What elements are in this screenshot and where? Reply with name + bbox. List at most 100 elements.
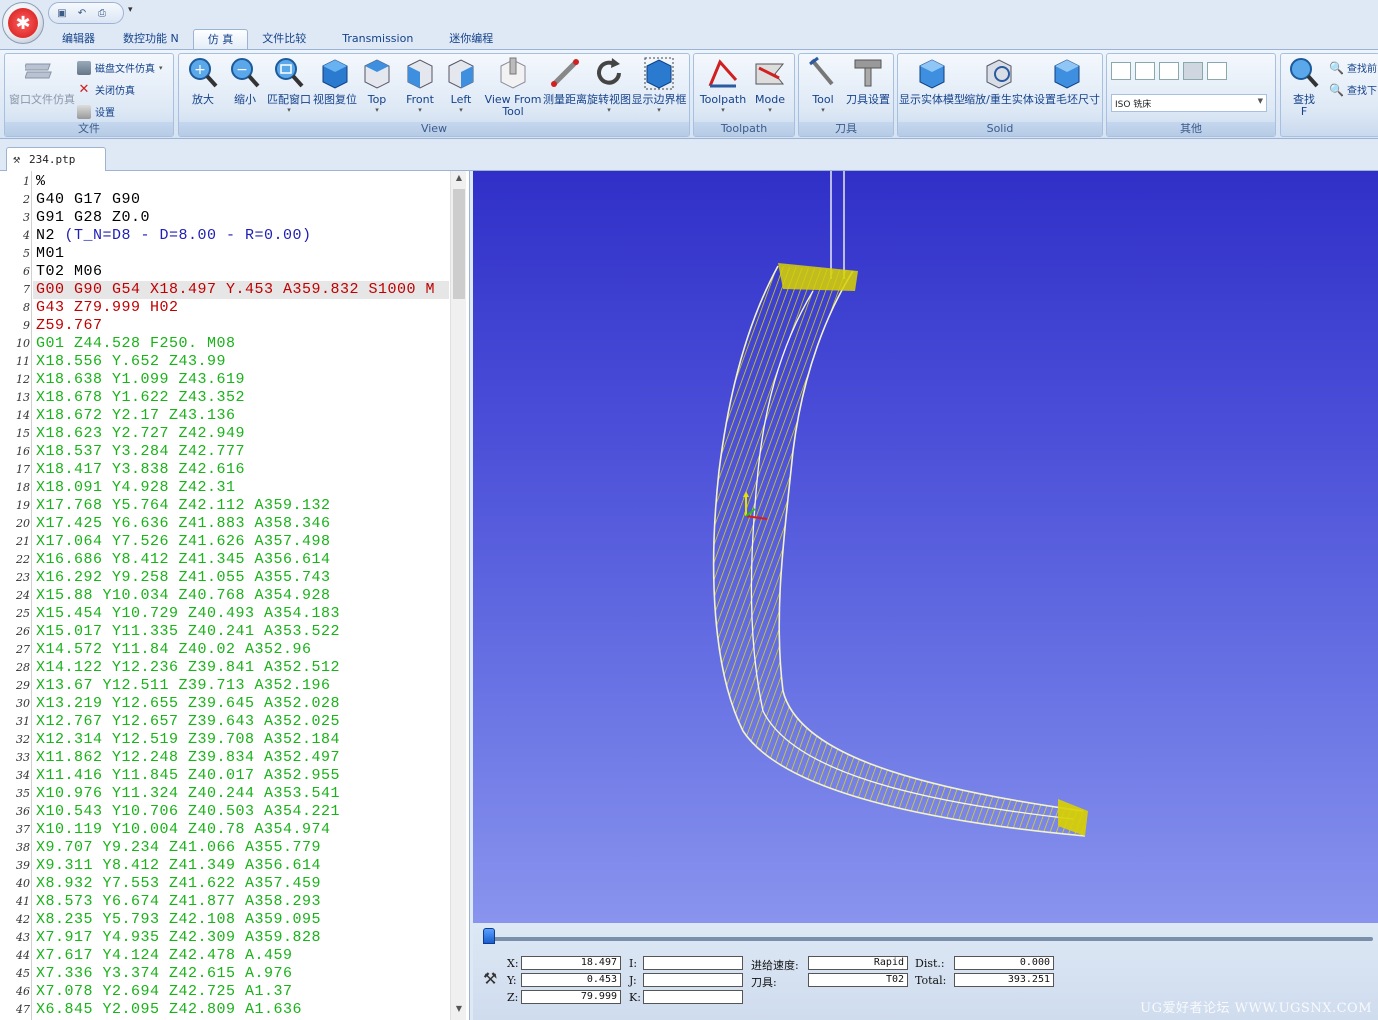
view-reset-button[interactable]: 视图复位 [313, 56, 357, 106]
code-line[interactable]: X9.707 Y9.234 Z41.066 A355.779 [36, 839, 321, 856]
simulation-progress-slider[interactable] [483, 928, 1373, 944]
code-line[interactable]: X16.292 Y9.258 Z41.055 A355.743 [36, 569, 331, 586]
zoom-in-button[interactable]: + 放大 [185, 56, 221, 106]
tab-file-compare[interactable]: 文件比较 [248, 29, 320, 49]
code-line[interactable]: X14.122 Y12.236 Z39.841 A352.512 [36, 659, 340, 676]
simulation-viewport[interactable] [473, 171, 1378, 923]
tab-simulation[interactable]: 仿 真 [192, 29, 249, 49]
dxf-icon[interactable] [1207, 62, 1227, 80]
code-line[interactable]: G91 G28 Z0.0 [36, 209, 150, 226]
window-file-sim-button[interactable]: 窗口文件仿真 [9, 56, 75, 106]
show-solid-model-button[interactable]: 显示实体模型 [899, 56, 965, 106]
scroll-up-icon[interactable]: ▲ [451, 173, 467, 187]
code-line[interactable]: X12.767 Y12.657 Z39.643 A352.025 [36, 713, 340, 730]
code-line[interactable]: X11.416 Y11.845 Z40.017 A352.955 [36, 767, 340, 784]
code-line[interactable]: T02 M06 [36, 263, 103, 280]
view-from-tool-button[interactable]: View From Tool [483, 56, 543, 118]
code-line[interactable]: X7.617 Y4.124 Z42.478 A.459 [36, 947, 293, 964]
settings-button[interactable]: 设置 [77, 104, 115, 119]
find-button[interactable]: 查找 F [1283, 56, 1325, 118]
undo-icon[interactable]: ↶ [75, 6, 89, 20]
editor-vertical-scrollbar[interactable]: ▲ ▼ [450, 171, 466, 1020]
front-view-button[interactable]: Front ▾ [401, 56, 439, 114]
slider-knob[interactable] [483, 928, 495, 944]
tab-editor[interactable]: 编辑器 [48, 29, 109, 49]
code-line[interactable]: X14.572 Y11.84 Z40.02 A352.96 [36, 641, 312, 658]
code-line[interactable]: X16.686 Y8.412 Z41.345 A356.614 [36, 551, 331, 568]
tab-transmission[interactable]: Transmission [320, 29, 435, 49]
code-line[interactable]: X12.314 Y12.519 Z39.708 A352.184 [36, 731, 340, 748]
code-line[interactable]: Z59.767 [36, 317, 103, 334]
find-next-button[interactable]: 🔍 查找下 [1329, 82, 1377, 98]
show-bounding-box-button[interactable]: 显示边界框 ▾ [632, 56, 687, 114]
quick-access-dropdown-icon[interactable]: ▾ [128, 5, 133, 15]
tool-button[interactable]: Tool ▾ [803, 56, 843, 114]
zoom-out-button[interactable]: − 缩小 [227, 56, 263, 106]
code-line[interactable]: G40 G17 G90 [36, 191, 141, 208]
code-line[interactable]: X18.417 Y3.838 Z42.616 [36, 461, 245, 478]
code-line[interactable]: X15.017 Y11.335 Z40.241 A353.522 [36, 623, 340, 640]
code-line[interactable]: % [36, 173, 46, 190]
code-line[interactable]: X17.064 Y7.526 Z41.626 A357.498 [36, 533, 331, 550]
rotate-view-button[interactable]: 旋转视图 ▾ [587, 56, 631, 114]
close-sim-button[interactable]: ✕ 关闭仿真 [77, 82, 135, 97]
doc-tab-234[interactable]: ⚒ 234.ptp [6, 147, 106, 171]
code-line[interactable]: M01 [36, 245, 65, 262]
line-number: 8 [23, 301, 30, 314]
stl-icon[interactable] [1135, 62, 1155, 80]
zoom-regen-solid-button[interactable]: 缩放/重生实体 [964, 56, 1034, 106]
top-view-button[interactable]: Top ▾ [359, 56, 395, 114]
set-stock-size-button[interactable]: 设置毛坯尺寸 [1034, 56, 1100, 106]
code-editor[interactable]: 1% 2 G40 G17 G90 3 G91 G28 Z0.0 4 N2 (T_N=D8 -… [0, 171, 470, 1020]
print-icon[interactable]: ⎙ [95, 6, 109, 20]
tab-mini-programming[interactable]: 迷你编程 [435, 29, 507, 49]
code-line[interactable]: X18.678 Y1.622 Z43.352 [36, 389, 245, 406]
code-line[interactable]: X13.219 Y12.655 Z39.645 A352.028 [36, 695, 340, 712]
mode-button[interactable]: Mode ▾ [750, 56, 790, 114]
code-line[interactable]: X8.932 Y7.553 Z41.622 A357.459 [36, 875, 321, 892]
code-line[interactable]: X15.454 Y10.729 Z40.493 A354.183 [36, 605, 340, 622]
disk-file-sim-button[interactable]: 磁盘文件仿真 ▾ [77, 60, 163, 75]
scrollbar-thumb[interactable] [453, 189, 465, 299]
code-line[interactable]: X17.425 Y6.636 Z41.883 A358.346 [36, 515, 331, 532]
grid-icon[interactable] [1183, 62, 1203, 80]
axis-icon[interactable] [1111, 62, 1131, 80]
code-line[interactable]: X9.311 Y8.412 Z41.349 A356.614 [36, 857, 321, 874]
code-line[interactable]: X18.672 Y2.17 Z43.136 [36, 407, 236, 424]
find-prev-button[interactable]: 🔍 查找前 [1329, 60, 1377, 76]
code-line[interactable]: X13.67 Y12.511 Z39.713 A352.196 [36, 677, 331, 694]
code-line[interactable]: N2 (T_N=D8 - D=8.00 - R=0.00) [36, 227, 312, 244]
code-line[interactable]: X18.091 Y4.928 Z42.31 [36, 479, 236, 496]
line-number: 3 [23, 211, 30, 224]
code-line[interactable]: G43 Z79.999 H02 [36, 299, 179, 316]
code-line[interactable]: X18.556 Y.652 Z43.99 [36, 353, 226, 370]
code-line[interactable]: X7.078 Y2.694 Z42.725 A1.37 [36, 983, 293, 1000]
code-line[interactable]: G01 Z44.528 F250. M08 [36, 335, 236, 352]
machine-select[interactable]: ISO 铣床 ▼ [1111, 94, 1267, 112]
code-line[interactable]: X11.862 Y12.248 Z39.834 A352.497 [36, 749, 340, 766]
tab-nc-functions[interactable]: 数控功能 N [109, 29, 193, 49]
app-orb-button[interactable]: ✱ [2, 2, 44, 44]
code-line[interactable]: X10.976 Y11.324 Z40.244 A353.541 [36, 785, 340, 802]
left-view-button[interactable]: Left ▾ [445, 56, 477, 114]
code-line[interactable]: X7.336 Y3.374 Z42.615 A.976 [36, 965, 293, 982]
page-icon[interactable] [1159, 62, 1179, 80]
code-line[interactable]: X18.537 Y3.284 Z42.777 [36, 443, 245, 460]
toolpath-button[interactable]: Toolpath ▾ [698, 56, 748, 114]
code-line[interactable]: G00 G90 G54 X18.497 Y.453 A359.832 S1000… [36, 281, 435, 298]
code-line[interactable]: X8.235 Y5.793 Z42.108 A359.095 [36, 911, 321, 928]
tool-settings-button[interactable]: 刀具设置 [845, 56, 891, 106]
scroll-down-icon[interactable]: ▼ [451, 1004, 467, 1018]
code-line[interactable]: X18.638 Y1.099 Z43.619 [36, 371, 245, 388]
code-line[interactable]: X17.768 Y5.764 Z42.112 A359.132 [36, 497, 331, 514]
code-line[interactable]: X18.623 Y2.727 Z42.949 [36, 425, 245, 442]
measure-distance-button[interactable]: 测量距离 [543, 56, 587, 106]
code-line[interactable]: X8.573 Y6.674 Z41.877 A358.293 [36, 893, 321, 910]
fit-window-button[interactable]: 匹配窗口 ▾ [267, 56, 311, 114]
save-icon[interactable]: ▣ [55, 6, 69, 20]
code-line[interactable]: X10.543 Y10.706 Z40.503 A354.221 [36, 803, 340, 820]
code-line[interactable]: X15.88 Y10.034 Z40.768 A354.928 [36, 587, 331, 604]
code-line[interactable]: X10.119 Y10.004 Z40.78 A354.974 [36, 821, 331, 838]
code-line[interactable]: X6.845 Y2.095 Z42.809 A1.636 [36, 1001, 302, 1018]
code-line[interactable]: X7.917 Y4.935 Z42.309 A359.828 [36, 929, 321, 946]
